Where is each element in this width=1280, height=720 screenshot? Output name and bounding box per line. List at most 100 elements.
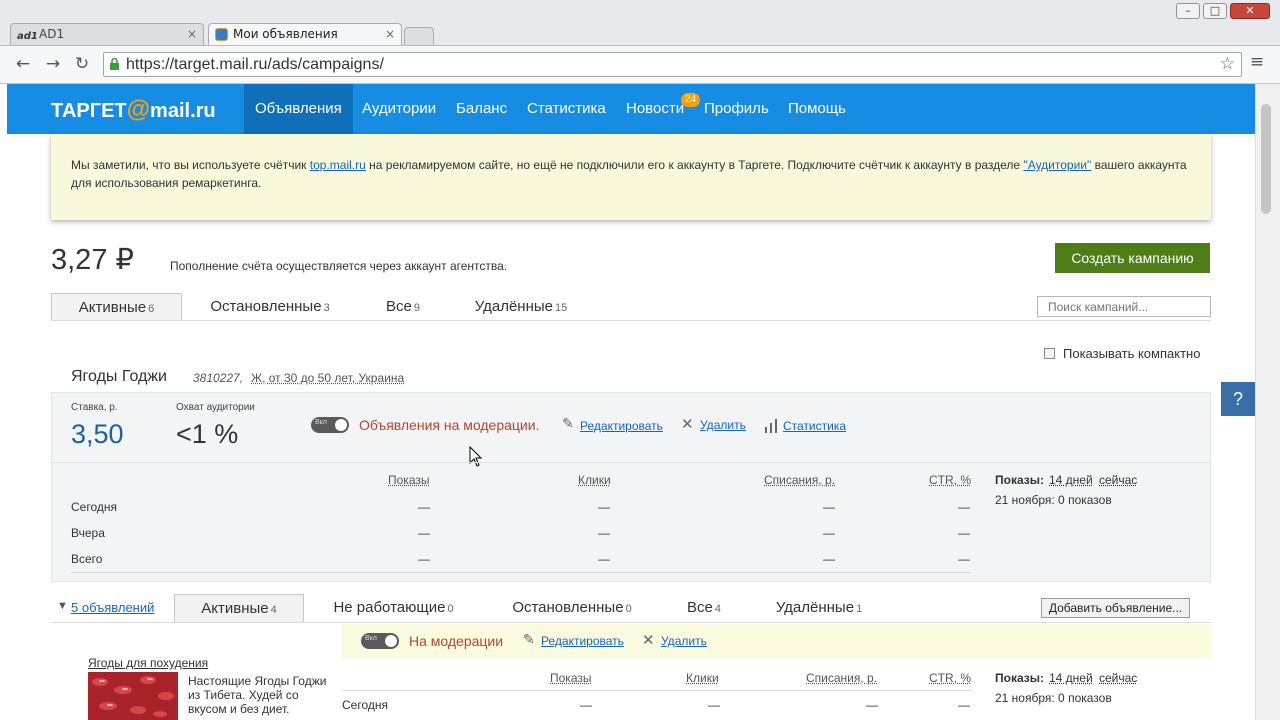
ad-col-clicks[interactable]: Клики xyxy=(686,671,719,685)
table-cell: — xyxy=(866,698,878,712)
ad-col-ctr[interactable]: CTR, % xyxy=(929,671,971,685)
ad-col-impressions[interactable]: Показы xyxy=(550,671,591,685)
campaign-edit-link[interactable]: Редактировать xyxy=(580,419,663,433)
triangle-down-icon[interactable]: ▼ xyxy=(57,600,68,612)
tab-ads-not-working[interactable]: Не работающие 0 xyxy=(322,594,465,622)
tab-campaigns-all[interactable]: Все 9 xyxy=(378,293,428,321)
tab-ads-all[interactable]: Все 4 xyxy=(680,594,728,622)
table-cell: — xyxy=(708,698,720,712)
ad-title-link[interactable]: Ягоды для похудения xyxy=(88,656,208,670)
target-mail-logo[interactable]: ТАРГЕТ@mail.ru xyxy=(51,96,216,124)
nav-profile[interactable]: Профиль xyxy=(693,84,780,134)
menu-icon[interactable]: ≡ xyxy=(1247,52,1267,72)
ad-col-spend[interactable]: Списания, р. xyxy=(806,671,877,685)
campaign-toggle[interactable]: Вкл xyxy=(311,417,349,433)
compact-label: Показывать компактно xyxy=(1063,346,1201,361)
ad-period-14-days[interactable]: 14 дней xyxy=(1049,671,1093,685)
row-yesterday-label: Вчера xyxy=(71,526,105,540)
ads-tabs-divider xyxy=(51,622,1211,623)
campaign-delete-link[interactable]: Удалить xyxy=(700,418,746,432)
tab-campaigns-deleted[interactable]: Удалённые 15 xyxy=(465,293,577,321)
audiences-link[interactable]: "Аудитории" xyxy=(1023,158,1091,172)
nav-news[interactable]: Новости xyxy=(615,84,695,134)
col-header-clicks[interactable]: Клики xyxy=(578,473,611,487)
table-cell: — xyxy=(823,526,835,540)
help-button[interactable]: ? xyxy=(1221,382,1255,416)
table-cell: — xyxy=(418,552,430,566)
campaign-id: 3810227, xyxy=(193,371,244,385)
address-bar[interactable]: ☆ xyxy=(103,52,1242,77)
table-cell: — xyxy=(958,698,970,712)
balance-amount: 3,27 ₽ xyxy=(51,244,134,276)
table-cell: — xyxy=(418,500,430,514)
table-cell: — xyxy=(823,552,835,566)
reach-value: <1 % xyxy=(176,419,239,449)
top-mail-link[interactable]: top.mail.ru xyxy=(310,158,366,172)
balance-note: Пополнение счёта осуществляется через ак… xyxy=(170,259,508,273)
period-now[interactable]: сейчас xyxy=(1099,473,1137,487)
mouse-cursor-icon xyxy=(469,446,483,467)
nav-audiences[interactable]: Аудитории xyxy=(351,84,447,134)
tab-label: AD1 xyxy=(39,27,65,41)
tab-ads-deleted[interactable]: Удалённые 1 xyxy=(766,594,872,622)
campaign-search-input[interactable] xyxy=(1037,296,1211,317)
reach-label: Охват аудитории xyxy=(176,402,255,413)
ad-impressions-date: 21 ноября: 0 показов xyxy=(995,691,1112,705)
impressions-side-label: Показы: xyxy=(995,473,1044,487)
browser-tab-my-ads[interactable]: Мои объявления × xyxy=(208,23,402,46)
col-header-spend[interactable]: Списания, р. xyxy=(764,473,835,487)
tab-ads-active[interactable]: Активные 4 xyxy=(174,594,304,622)
nav-help[interactable]: Помощь xyxy=(777,84,857,134)
url-input[interactable] xyxy=(126,54,1206,75)
campaign-targeting[interactable]: Ж, от 30 до 50 лет, Украина xyxy=(251,371,404,385)
forward-arrow-icon[interactable]: → xyxy=(43,54,63,74)
page-scrollbar[interactable] xyxy=(1255,84,1280,720)
ad-delete-link[interactable]: Удалить xyxy=(661,634,707,648)
col-header-impressions[interactable]: Показы xyxy=(388,473,429,487)
maximize-button[interactable]: □ xyxy=(1203,3,1227,19)
ad-period-now[interactable]: сейчас xyxy=(1099,671,1137,685)
ad-impressions-side-label: Показы: xyxy=(995,671,1044,685)
nav-statistics[interactable]: Статистика xyxy=(516,84,617,134)
browser-tab-ad1[interactable]: ad1 AD1 × xyxy=(10,23,204,45)
tab-close-icon[interactable]: × xyxy=(385,24,395,44)
nav-ads[interactable]: Объявления xyxy=(244,84,353,134)
create-campaign-button[interactable]: Создать кампанию xyxy=(1055,243,1210,273)
tab-ads-stopped[interactable]: Остановленные 0 xyxy=(502,594,642,622)
impressions-date: 21 ноября: 0 показов xyxy=(995,493,1112,507)
pencil-icon: ✎ xyxy=(523,632,535,648)
scrollbar-thumb[interactable] xyxy=(1261,104,1271,214)
nav-balance[interactable]: Баланс xyxy=(445,84,518,134)
tab-campaigns-active[interactable]: Активные 6 xyxy=(51,293,182,321)
period-14-days[interactable]: 14 дней xyxy=(1049,473,1093,487)
browser-toolbar: ← → ↻ ☆ ≡ xyxy=(0,45,1280,83)
tab-campaigns-stopped[interactable]: Остановленные 3 xyxy=(200,293,340,321)
rate-label: Ставка, р. xyxy=(71,402,118,413)
ad-toggle[interactable]: Вкл xyxy=(361,633,399,649)
table-cell: — xyxy=(958,500,970,514)
new-tab-button[interactable] xyxy=(404,27,434,45)
add-ad-button[interactable]: Добавить объявление... xyxy=(1041,598,1190,618)
pencil-icon: ✎ xyxy=(562,416,574,432)
campaign-name[interactable]: Ягоды Годжи xyxy=(71,368,167,386)
minimize-button[interactable]: – xyxy=(1176,3,1200,19)
back-arrow-icon[interactable]: ← xyxy=(13,54,33,74)
table-cell: — xyxy=(580,698,592,712)
compact-checkbox[interactable] xyxy=(1044,348,1055,359)
rate-value[interactable]: 3,50 xyxy=(71,419,124,450)
ad-table-divider xyxy=(342,690,972,691)
tab-close-icon[interactable]: × xyxy=(187,24,197,44)
ad-edit-link[interactable]: Редактировать xyxy=(541,634,624,648)
bookmark-star-icon[interactable]: ☆ xyxy=(1220,54,1235,74)
reload-icon[interactable]: ↻ xyxy=(72,54,92,74)
close-window-button[interactable]: ✕ xyxy=(1230,3,1270,19)
table-divider xyxy=(52,462,1210,463)
campaign-stats-link[interactable]: Статистика xyxy=(783,419,846,433)
table-bottom-line xyxy=(71,572,971,573)
row-total-label: Всего xyxy=(71,552,103,566)
col-header-ctr[interactable]: CTR, % xyxy=(929,473,971,487)
ads-count-toggle[interactable]: 5 объявлений xyxy=(71,600,154,615)
table-cell: — xyxy=(418,526,430,540)
table-cell: — xyxy=(598,500,610,514)
ad-row-today-label: Сегодня xyxy=(342,698,388,712)
